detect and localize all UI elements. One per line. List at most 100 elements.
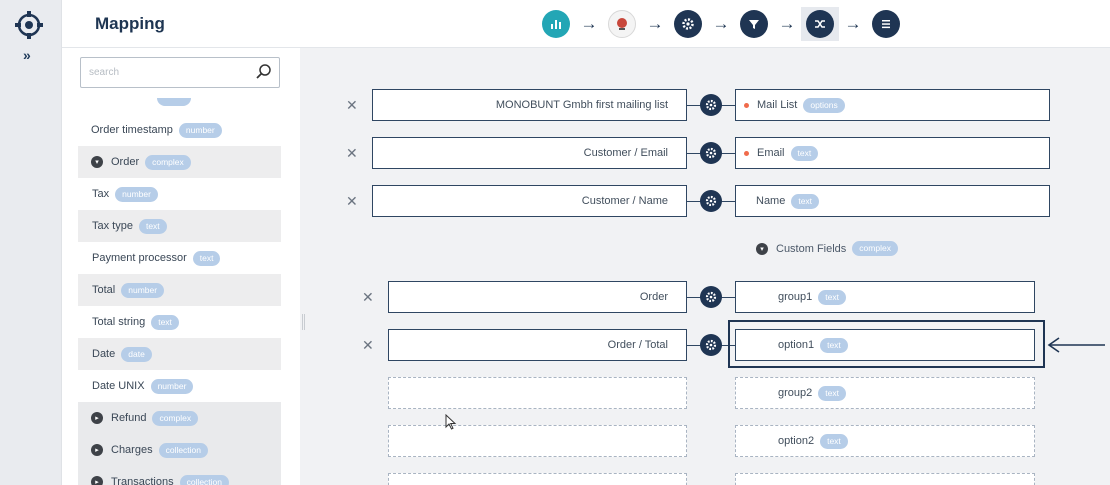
- tree-item-label: Transactions: [111, 476, 174, 485]
- expand-sidebar-button[interactable]: »: [23, 47, 31, 63]
- type-badge: collection: [179, 474, 229, 485]
- type-badge: complex: [152, 410, 199, 426]
- required-indicator: [744, 102, 749, 108]
- panel-resize-handle[interactable]: [302, 314, 305, 330]
- tree-item-order-timestamp[interactable]: Order timestamp number: [78, 114, 281, 146]
- gear-icon[interactable]: [700, 142, 722, 164]
- target-field-box[interactable]: Mail List options: [735, 89, 1050, 121]
- remove-mapping-button[interactable]: ✕: [362, 337, 374, 354]
- expand-icon[interactable]: ▸: [91, 476, 103, 485]
- remove-mapping-button[interactable]: ✕: [362, 289, 374, 306]
- empty-source-slot[interactable]: [388, 425, 687, 457]
- source-field-box[interactable]: Customer / Email: [372, 137, 687, 169]
- source-field-box[interactable]: Order / Total: [388, 329, 687, 361]
- arrow-icon: →: [646, 14, 664, 33]
- type-badge: date: [121, 346, 152, 362]
- remove-mapping-button[interactable]: ✕: [346, 97, 358, 114]
- list-icon[interactable]: [872, 10, 900, 38]
- collapse-icon[interactable]: ▾: [91, 156, 103, 168]
- expand-icon[interactable]: ▸: [91, 444, 103, 456]
- expand-icon[interactable]: ▸: [91, 412, 103, 424]
- field-tree: Order timestamp number ▾ Order complex T…: [78, 98, 281, 485]
- type-badge: text: [818, 289, 846, 305]
- gear-icon[interactable]: [700, 94, 722, 116]
- type-badge: text: [790, 145, 819, 161]
- tree-item-label: Total string: [92, 316, 146, 328]
- target-field-label: Name: [756, 195, 786, 207]
- arrow-icon: →: [778, 14, 796, 33]
- search-placeholder: search: [89, 67, 120, 78]
- target-field-label: group1: [778, 291, 813, 303]
- custom-fields-group[interactable]: ▾ Custom Fields complex: [756, 241, 898, 256]
- pipeline-steps: → → → → →: [537, 7, 905, 41]
- type-badge: number: [115, 186, 158, 202]
- target-field-label: group2: [778, 387, 813, 399]
- source-field-box[interactable]: Customer / Name: [372, 185, 687, 217]
- type-badge: text: [192, 250, 221, 266]
- type-badge: complex: [852, 241, 898, 256]
- filter-icon[interactable]: [740, 10, 768, 38]
- target-field-box[interactable]: Email text: [735, 137, 1050, 169]
- remove-mapping-button[interactable]: ✕: [346, 193, 358, 210]
- source-field-label: Customer / Name: [581, 195, 668, 207]
- tree-item-label: Total: [92, 284, 116, 296]
- app-logo-icon[interactable]: [14, 10, 44, 40]
- tree-item-transactions[interactable]: ▸ Transactions collection: [78, 466, 281, 485]
- source-field-box[interactable]: Order: [388, 281, 687, 313]
- target-field-label: Email: [757, 147, 785, 159]
- type-badge: number: [121, 282, 165, 298]
- arrow-icon: →: [580, 14, 598, 33]
- mapping-area: ✕ MONOBUNT Gmbh first mailing list Mail …: [310, 48, 1110, 485]
- tree-item-label: Refund: [111, 412, 147, 424]
- type-badge: collection: [158, 442, 209, 458]
- page-title: Mapping: [95, 14, 165, 33]
- gear-icon[interactable]: [700, 286, 722, 308]
- target-field-box[interactable]: group2 text: [735, 377, 1035, 409]
- type-badge: text: [151, 314, 179, 330]
- tree-item-order[interactable]: ▾ Order complex: [78, 146, 281, 178]
- collapse-icon[interactable]: ▾: [756, 242, 768, 255]
- target-field-box[interactable]: [735, 473, 1035, 485]
- search-icon[interactable]: [255, 63, 273, 86]
- source-fields-panel: search Order timestamp number ▾ Order co…: [62, 48, 300, 485]
- tree-item-tax-type[interactable]: Tax type text: [78, 210, 281, 242]
- type-badge: text: [818, 385, 846, 401]
- search-input[interactable]: search: [80, 57, 280, 88]
- empty-source-slot[interactable]: [388, 473, 687, 485]
- chart-icon[interactable]: [542, 10, 570, 38]
- arrow-left-icon: [1047, 337, 1107, 358]
- type-badge: number: [150, 378, 194, 394]
- tree-item-label: Date: [92, 348, 116, 360]
- source-field-label: Order: [639, 291, 668, 303]
- source-field-label: Customer / Email: [583, 147, 668, 159]
- target-field-box[interactable]: group1 text: [735, 281, 1035, 313]
- tree-item-tax[interactable]: Tax number: [78, 178, 281, 210]
- tree-item-label: Charges: [111, 444, 153, 456]
- shuffle-icon[interactable]: [806, 10, 834, 38]
- source-field-box[interactable]: MONOBUNT Gmbh first mailing list: [372, 89, 687, 121]
- tree-item-payment-processor[interactable]: Payment processor text: [78, 242, 281, 274]
- source-field-label: Order / Total: [607, 339, 668, 351]
- left-rail: »: [0, 0, 62, 485]
- tree-item-label: Tax type: [92, 220, 133, 232]
- gear-icon[interactable]: [700, 334, 722, 356]
- tree-item-total-string[interactable]: Total string text: [78, 306, 281, 338]
- target-field-label: option2: [778, 435, 815, 447]
- tree-item-date[interactable]: Date date: [78, 338, 281, 370]
- tree-item-label: Order timestamp: [91, 124, 173, 136]
- tree-item-refund[interactable]: ▸ Refund complex: [78, 402, 281, 434]
- target-field-box[interactable]: Name text: [735, 185, 1050, 217]
- required-indicator: [744, 150, 749, 156]
- gear-icon[interactable]: [700, 190, 722, 212]
- tree-item-charges[interactable]: ▸ Charges collection: [78, 434, 281, 466]
- tree-item-date-unix[interactable]: Date UNIX number: [78, 370, 281, 402]
- source-field-label: MONOBUNT Gmbh first mailing list: [495, 99, 668, 111]
- empty-source-slot[interactable]: [388, 377, 687, 409]
- tree-item-total[interactable]: Total number: [78, 274, 281, 306]
- gear-icon[interactable]: [674, 10, 702, 38]
- app-logo-icon[interactable]: [608, 10, 636, 38]
- target-field-box[interactable]: option2 text: [735, 425, 1035, 457]
- remove-mapping-button[interactable]: ✕: [346, 145, 358, 162]
- type-badge: text: [791, 193, 820, 209]
- arrow-icon: →: [712, 14, 730, 33]
